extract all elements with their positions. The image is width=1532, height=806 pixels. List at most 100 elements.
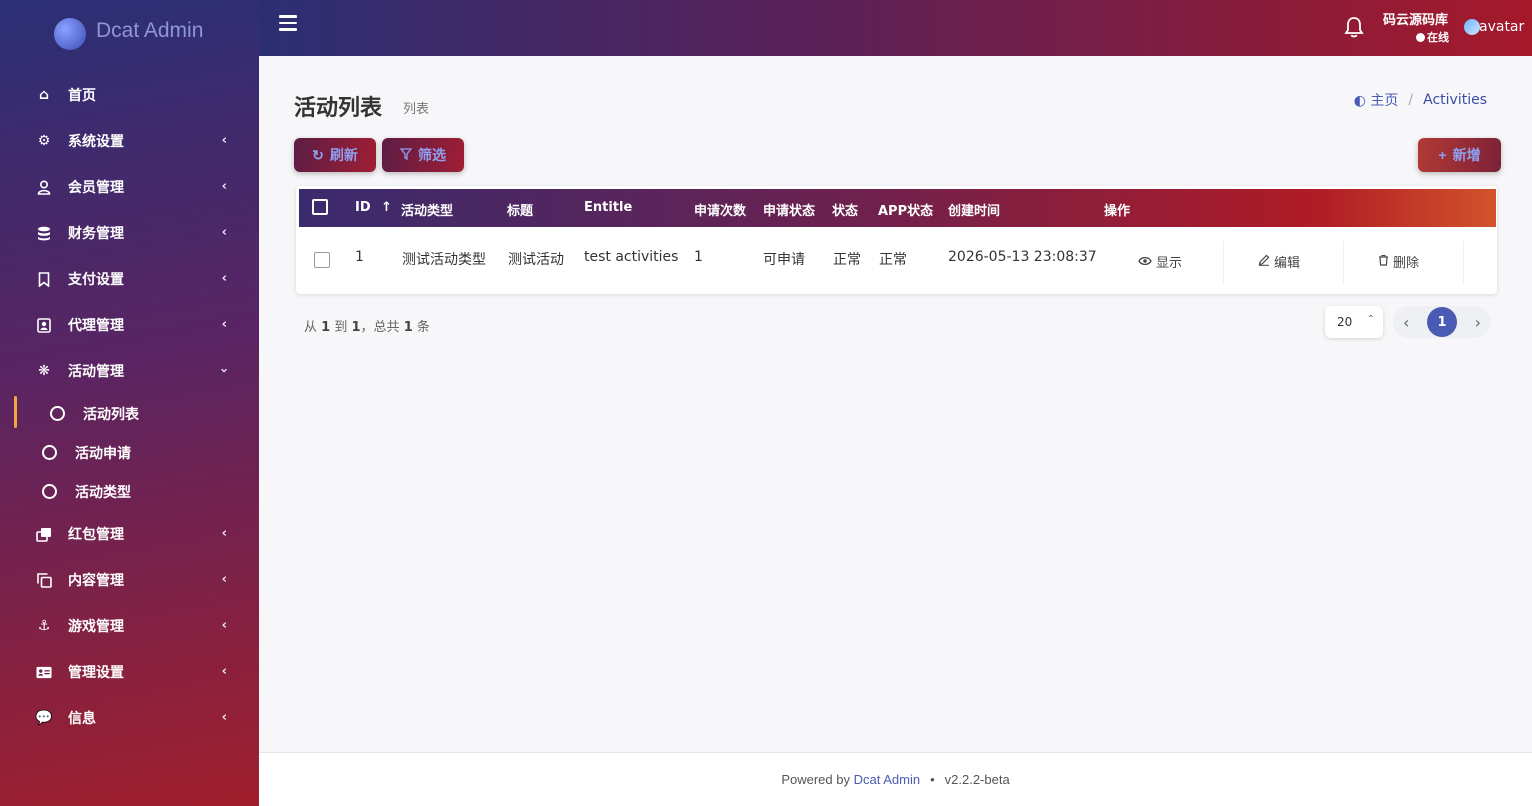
sidebar-item-agents[interactable]: 代理管理 ‹ <box>0 302 259 348</box>
page-title: 活动列表 <box>294 96 383 121</box>
sort-arrow-up-icon: ↑ <box>381 200 393 215</box>
column-header-label: ID <box>355 200 371 215</box>
column-header-id[interactable]: ID ↑ <box>355 200 392 215</box>
summary-mid: ，总共 <box>360 320 400 335</box>
cell-title: 测试活动 <box>508 252 564 268</box>
sidebar-subitem-activity-list[interactable]: 活动列表 <box>0 394 259 433</box>
breadcrumb-separator: / <box>1408 92 1414 108</box>
row-checkbox[interactable] <box>314 252 330 268</box>
prev-page-icon[interactable]: ‹ <box>1403 313 1409 332</box>
copy-icon <box>36 572 52 588</box>
per-page-select[interactable]: 20 ⌃ <box>1325 306 1383 338</box>
brand-logo <box>54 18 86 50</box>
sidebar-subitem-activity-applications[interactable]: 活动申请 <box>0 433 259 472</box>
summary-to: 1 <box>351 320 361 335</box>
filter-button-label: 筛选 <box>418 147 446 163</box>
id-card-icon <box>36 664 52 680</box>
dashboard-icon: ◐ <box>1353 93 1366 109</box>
brand[interactable]: Dcat Admin <box>0 0 259 62</box>
cell-type: 测试活动类型 <box>402 252 486 268</box>
clone-icon <box>36 526 52 542</box>
chevron-left-icon: ‹ <box>221 664 227 679</box>
delete-action[interactable]: 删除 <box>1378 252 1419 271</box>
footer-version: v2.2.2-beta <box>944 772 1010 787</box>
sidebar-item-label: 系统设置 <box>68 134 124 150</box>
chevron-left-icon: ‹ <box>221 572 227 587</box>
chevron-left-icon: ‹ <box>221 271 227 286</box>
footer-link[interactable]: Dcat Admin <box>854 772 920 787</box>
sidebar-item-label: 财务管理 <box>68 226 124 242</box>
page-button[interactable]: 1 <box>1427 307 1457 337</box>
sidebar-item-label: 游戏管理 <box>68 619 124 635</box>
footer-powered-by: Powered by <box>781 772 850 787</box>
edit-action[interactable]: 编辑 <box>1258 252 1300 271</box>
sidebar-item-system-settings[interactable]: ⚙ 系统设置 ‹ <box>0 118 259 164</box>
user-status-label: 在线 <box>1427 31 1449 44</box>
select-all-checkbox[interactable] <box>312 199 328 215</box>
chevron-up-icon: ⌃ <box>1366 314 1375 325</box>
eye-icon <box>1138 255 1152 269</box>
refresh-button[interactable]: ↻ 刷新 <box>294 138 376 172</box>
summary-from: 1 <box>321 320 331 335</box>
bell-icon[interactable] <box>1344 16 1364 43</box>
delete-action-label: 删除 <box>1393 256 1420 271</box>
breadcrumb-current: Activities <box>1423 92 1487 108</box>
sidebar-item-content[interactable]: 内容管理 ‹ <box>0 557 259 603</box>
gears-icon: ⚙ <box>37 133 51 149</box>
filter-button[interactable]: 筛选 <box>382 138 464 172</box>
sidebar-item-messages[interactable]: 💬 信息 ‹ <box>0 695 259 741</box>
next-page-icon[interactable]: › <box>1475 313 1481 332</box>
new-button-label: 新增 <box>1452 147 1481 163</box>
table-header: ID ↑ 活动类型 标题 Entitle 申请次数 申请状态 状态 APP状态 … <box>299 189 1496 227</box>
column-header-type: 活动类型 <box>401 204 454 219</box>
breadcrumb: ◐ 主页 / Activities <box>1354 90 1487 110</box>
sidebar-item-admin-settings[interactable]: 管理设置 ‹ <box>0 649 259 695</box>
sidebar-item-finance[interactable]: 财务管理 ‹ <box>0 210 259 256</box>
sidebar-item-label: 信息 <box>68 711 96 727</box>
action-divider <box>1223 241 1224 283</box>
sidebar-item-activities[interactable]: ❋ 活动管理 ‹ <box>0 348 259 394</box>
show-action-label: 显示 <box>1156 256 1183 271</box>
footer: Powered by Dcat Admin • v2.2.2-beta <box>259 752 1532 806</box>
sidebar-subitem-label: 活动申请 <box>75 445 131 462</box>
brand-name: Dcat Admin <box>96 19 204 42</box>
cell-created-at: 2026-05-13 23:08:37 <box>948 249 1097 265</box>
bookmark-icon <box>36 271 52 287</box>
user-name[interactable]: 码云源码库 <box>1383 9 1448 28</box>
sidebar-item-red-packets[interactable]: 红包管理 ‹ <box>0 511 259 557</box>
sidebar-item-label: 代理管理 <box>68 318 124 334</box>
cell-app-status: 正常 <box>879 252 907 268</box>
footer-separator: • <box>930 772 935 787</box>
home-icon: ⌂ <box>38 87 50 103</box>
comments-icon: 💬 <box>35 710 53 726</box>
sidebar-item-home[interactable]: ⌂ 首页 <box>0 72 259 118</box>
circle-icon <box>50 406 65 421</box>
avatar[interactable] <box>1464 19 1480 35</box>
menu-toggle-icon[interactable] <box>279 15 297 35</box>
top-navbar: 码云源码库 在线 avatar <box>259 0 1532 56</box>
avatar-alt-text: avatar <box>1479 19 1525 35</box>
sidebar-item-games[interactable]: ⚓ 游戏管理 ‹ <box>0 603 259 649</box>
show-action[interactable]: 显示 <box>1138 252 1182 271</box>
sidebar-submenu-activities: 活动列表 活动申请 活动类型 <box>0 394 259 511</box>
chevron-left-icon: ‹ <box>221 225 227 240</box>
column-header-status: 状态 <box>832 204 859 219</box>
edit-icon <box>1258 254 1270 269</box>
sidebar-item-label: 首页 <box>68 88 96 104</box>
user-status: 在线 <box>1416 29 1449 45</box>
summary-to-word: 到 <box>334 320 348 335</box>
column-header-title: 标题 <box>507 204 534 219</box>
breadcrumb-home[interactable]: ◐ 主页 <box>1354 90 1399 110</box>
sidebar-item-members[interactable]: 会员管理 ‹ <box>0 164 259 210</box>
sidebar-item-label: 红包管理 <box>68 527 124 543</box>
contact-icon <box>36 317 52 333</box>
new-button[interactable]: + 新增 <box>1418 138 1501 172</box>
refresh-icon: ↻ <box>312 146 324 163</box>
cell-apply-count: 1 <box>694 249 703 265</box>
sidebar-item-label: 活动管理 <box>68 364 124 380</box>
sidebar-subitem-activity-types[interactable]: 活动类型 <box>0 472 259 511</box>
sidebar-item-label: 会员管理 <box>68 180 124 196</box>
column-header-created-at: 创建时间 <box>948 204 1001 219</box>
sidebar-item-payment[interactable]: 支付设置 ‹ <box>0 256 259 302</box>
chevron-left-icon: ‹ <box>221 179 227 194</box>
